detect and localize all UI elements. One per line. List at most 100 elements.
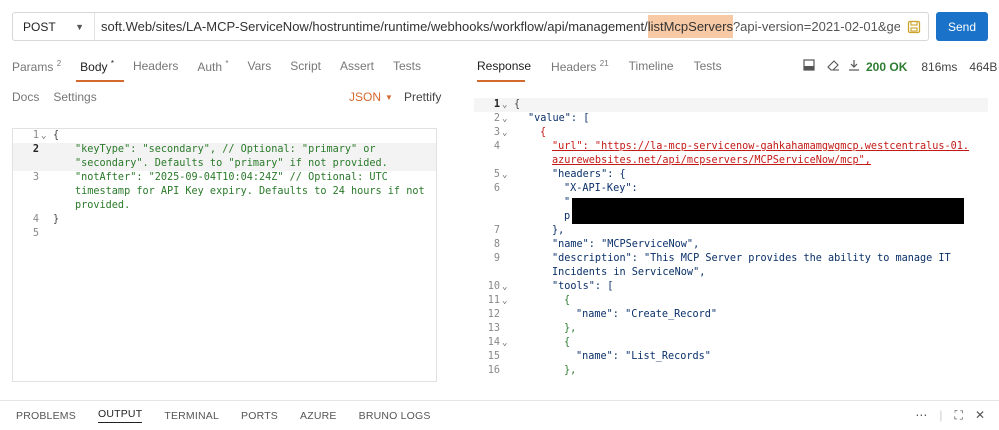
request-tabs-secondary: Docs Settings xyxy=(12,90,111,104)
line-number: 1 xyxy=(493,99,500,110)
bottom-panel-actions: ⋯ | ⛶ ✕ xyxy=(915,408,985,423)
code-text: { xyxy=(540,127,547,138)
tab-auth[interactable]: Auth * xyxy=(197,59,228,74)
tab-response[interactable]: Response xyxy=(477,59,531,74)
code-text: "url": "https://la-mcp-servicenow-gahkah… xyxy=(552,141,970,152)
chevron-down-icon[interactable]: ⌄ xyxy=(502,294,507,308)
bottom-panel-tabs: PROBLEMS OUTPUT TERMINAL PORTS AZURE BRU… xyxy=(0,400,999,430)
code-text: { xyxy=(564,337,571,348)
code-text: timestamp for API Key expiry. Defaults t… xyxy=(75,186,425,197)
code-line: 12 "name": "Create_Record" xyxy=(474,308,988,322)
tab-assert[interactable]: Assert xyxy=(340,59,374,74)
tab-headers[interactable]: Headers xyxy=(133,59,178,74)
tab-badge: * xyxy=(110,59,114,68)
close-icon[interactable]: ✕ xyxy=(975,408,985,423)
code-line: 3 ⌄ { xyxy=(474,126,988,140)
send-button[interactable]: Send xyxy=(936,12,988,41)
chevron-down-icon[interactable]: ⌄ xyxy=(502,280,507,294)
tab-problems[interactable]: PROBLEMS xyxy=(16,410,76,422)
tab-bruno-logs[interactable]: BRUNO LOGS xyxy=(359,410,431,422)
maximize-icon[interactable]: ⛶ xyxy=(955,408,963,423)
code-line: timestamp for API Key expiry. Defaults t… xyxy=(13,185,436,199)
tab-badge: 2 xyxy=(56,59,62,68)
tab-terminal[interactable]: TERMINAL xyxy=(164,410,219,422)
code-line: azurewebsites.net/api/mcpservers/MCPServ… xyxy=(474,154,988,168)
tab-script[interactable]: Script xyxy=(290,59,321,74)
active-tab-underline xyxy=(76,80,124,82)
tab-label: Script xyxy=(290,59,321,73)
line-number: 2 xyxy=(32,144,39,155)
tab-label: Params xyxy=(12,60,54,74)
tab-response-tests[interactable]: Tests xyxy=(694,59,722,74)
tab-body[interactable]: Body * xyxy=(80,59,114,74)
line-number: 3 xyxy=(32,172,39,183)
code-line: 4 "url": "https://la-mcp-servicenow-gahk… xyxy=(474,140,988,154)
request-tabs: Params 2 Body * Headers Auth * Vars Scri… xyxy=(12,59,440,82)
code-text: "X-API-Key": xyxy=(564,183,638,194)
line-number: 4 xyxy=(32,214,39,225)
line-number: 1 xyxy=(32,130,39,141)
line-number: 16 xyxy=(487,365,500,376)
more-icon[interactable]: ⋯ xyxy=(915,408,927,423)
response-time: 816ms xyxy=(921,59,958,74)
code-line: 1 ⌄ { xyxy=(13,129,436,143)
code-text: "name": "List_Records" xyxy=(576,351,711,362)
line-number: 8 xyxy=(493,239,500,250)
tab-label: Headers xyxy=(132,59,179,73)
line-number: 11 xyxy=(487,295,500,306)
layout-icon[interactable] xyxy=(803,59,815,74)
code-text: "keyType": "secondary", // Optional: "pr… xyxy=(75,144,376,155)
tab-response-headers[interactable]: Headers 21 xyxy=(551,59,609,74)
tab-label: Tests xyxy=(392,59,421,73)
request-body-editor[interactable]: 1 ⌄ { 2 "keyType": "secondary", // Optio… xyxy=(12,128,437,382)
chevron-down-icon[interactable]: ⌄ xyxy=(502,126,507,140)
code-line: 15 "name": "List_Records" xyxy=(474,350,988,364)
line-number: 3 xyxy=(493,127,500,138)
method-select[interactable]: POST ▼ xyxy=(13,13,95,40)
code-line: 14 ⌄ { xyxy=(474,336,988,350)
tab-label: Headers xyxy=(551,60,597,74)
code-line: 9 "description": "This MCP Server provid… xyxy=(474,252,988,266)
divider: | xyxy=(939,408,943,422)
tab-settings[interactable]: Settings xyxy=(53,90,96,104)
tab-params[interactable]: Params 2 xyxy=(12,59,61,74)
body-mode-select[interactable]: JSON ▼ xyxy=(349,90,393,104)
code-text: } xyxy=(53,214,60,225)
code-text: "name": "MCPServiceNow", xyxy=(552,239,700,250)
tab-tests[interactable]: Tests xyxy=(393,59,421,74)
eraser-icon[interactable] xyxy=(827,59,840,74)
chevron-down-icon[interactable]: ⌄ xyxy=(502,98,507,112)
tab-timeline[interactable]: Timeline xyxy=(629,59,674,74)
code-line: provided. xyxy=(13,199,436,213)
code-text: }, xyxy=(552,225,565,236)
code-line: 3 "notAfter": "2025-09-04T10:04:24Z" // … xyxy=(13,171,436,185)
chevron-down-icon[interactable]: ⌄ xyxy=(502,336,507,350)
prettify-button[interactable]: Prettify xyxy=(404,90,441,104)
tab-vars[interactable]: Vars xyxy=(247,59,271,74)
line-number: 13 xyxy=(487,323,500,334)
code-line: 5 ⌄ "headers": { xyxy=(474,168,988,182)
code-line: 13 }, xyxy=(474,322,988,336)
code-line: 4 } xyxy=(13,213,436,227)
url-input[interactable]: soft.Web/sites/LA-MCP-ServiceNow/hostrun… xyxy=(95,13,900,40)
tab-azure[interactable]: AZURE xyxy=(300,410,337,422)
chevron-down-icon[interactable]: ⌄ xyxy=(502,112,507,126)
tab-label: Vars xyxy=(247,59,272,73)
line-number: 5 xyxy=(32,228,39,239)
chevron-down-icon: ▼ xyxy=(385,92,393,102)
tab-output[interactable]: OUTPUT xyxy=(97,408,143,423)
line-number: 7 xyxy=(493,225,500,236)
code-text: provided. xyxy=(75,200,131,211)
chevron-down-icon[interactable]: ⌄ xyxy=(41,129,46,143)
code-line: 2 ⌄ "value": [ xyxy=(474,112,988,126)
response-body-viewer[interactable]: 1 ⌄ { 2 ⌄ "value": [ 3 ⌄ { 4 "url": "htt… xyxy=(474,98,988,388)
tab-ports[interactable]: PORTS xyxy=(241,410,278,422)
code-text: "notAfter": "2025-09-04T10:04:24Z" // Op… xyxy=(75,172,388,183)
tab-docs[interactable]: Docs xyxy=(12,90,39,104)
url-highlight: listMcpServers xyxy=(647,15,733,38)
response-size: 464B xyxy=(969,59,998,74)
download-icon[interactable] xyxy=(848,59,860,74)
save-icon[interactable] xyxy=(900,20,928,34)
code-text: { xyxy=(53,130,60,141)
chevron-down-icon[interactable]: ⌄ xyxy=(502,168,507,182)
